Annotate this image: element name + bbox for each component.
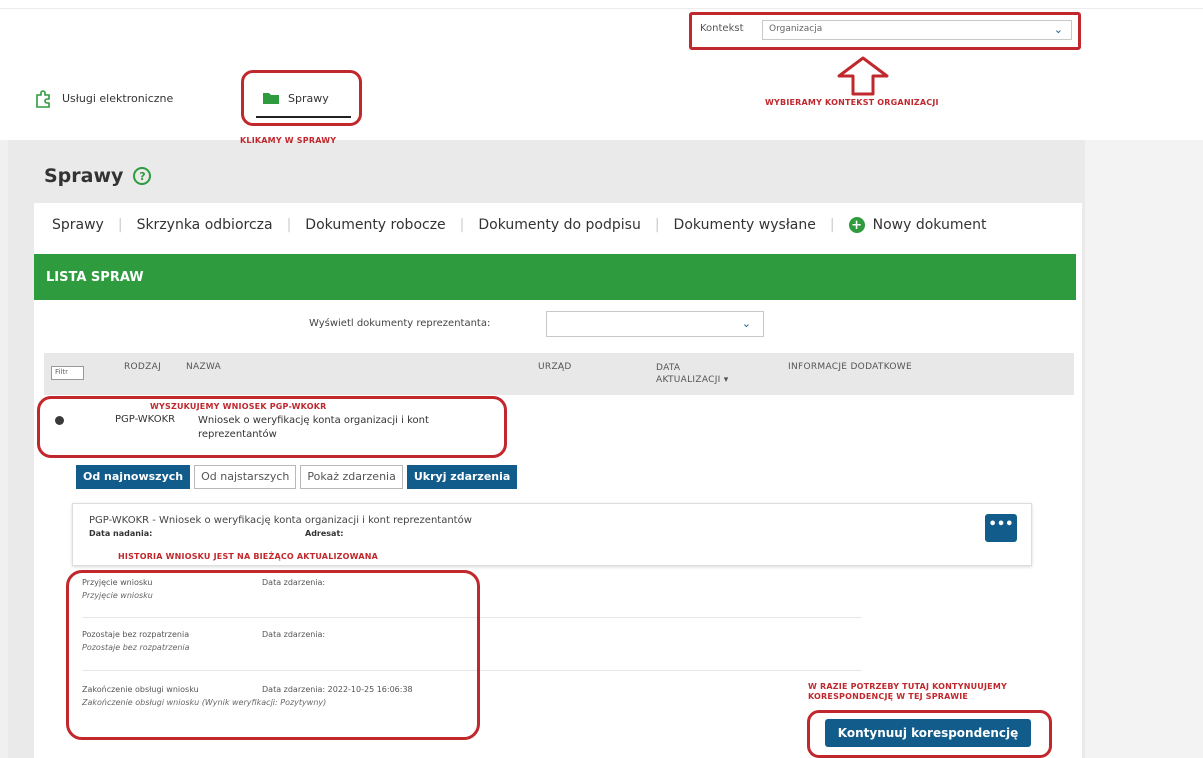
annotation-frame-row [37, 396, 507, 458]
document-date-label: Data nadania: [89, 529, 153, 538]
right-background [1085, 140, 1203, 758]
annotation-frame-context [689, 12, 1081, 50]
continue-correspondence-button[interactable]: Kontynuuj korespondencję [825, 719, 1031, 747]
tab-separator: | [654, 217, 660, 233]
annotation-arrow-up-icon [837, 56, 889, 96]
annotation-context: WYBIERAMY KONTEKST ORGANIZACJI [765, 98, 939, 107]
tab-dokumenty-do-podpisu[interactable]: Dokumenty do podpisu [478, 217, 640, 233]
annotation-sprawy: KLIKAMY W SPRAWY [240, 136, 337, 145]
page-title-text: Sprawy [44, 165, 124, 187]
help-icon[interactable]: ? [133, 167, 152, 185]
column-urzad[interactable]: URZĄD [538, 362, 572, 372]
left-background [0, 140, 8, 758]
tab-separator: | [286, 217, 292, 233]
document-recipient-label: Adresat: [305, 529, 344, 538]
document-title[interactable]: PGP-WKOKR - Wniosek o weryfikację konta … [89, 515, 472, 526]
column-rodzaj[interactable]: RODZAJ [124, 362, 161, 372]
column-data-aktualizacji[interactable]: DATA AKTUALIZACJI ▾ [656, 362, 746, 386]
sort-newest-button[interactable]: Od najnowszych [76, 465, 191, 489]
column-informacje-dodatkowe[interactable]: INFORMACJE DODATKOWE [788, 362, 912, 372]
hide-events-button[interactable]: Ukryj zdarzenia [406, 465, 518, 489]
representative-filter-select[interactable]: ⌄ [546, 311, 764, 337]
annotation-continue: W RAZIE POTRZEBY TUTAJ KONTYNUUJEMY KORE… [808, 682, 1007, 701]
filter-label: Wyświetl dokumenty reprezentanta: [309, 318, 491, 329]
page-title: Sprawy ? [44, 165, 152, 187]
tab-separator: | [829, 217, 835, 233]
nav-uslugi-elektroniczne[interactable]: Usługi elektroniczne [34, 88, 173, 108]
tab-nowy-dokument-label: Nowy dokument [872, 217, 987, 233]
column-nazwa[interactable]: NAZWA [186, 362, 221, 372]
more-options-button[interactable]: ••• [985, 514, 1017, 542]
show-events-button[interactable]: Pokaż zdarzenia [300, 465, 403, 489]
tabs-bar: Sprawy | Skrzynka odbiorcza | Dokumenty … [52, 217, 986, 233]
sort-oldest-button[interactable]: Od najstarszych [194, 465, 297, 489]
tab-sprawy[interactable]: Sprawy [52, 217, 104, 233]
event-sort-buttons: Od najnowszych Od najstarszych Pokaż zda… [76, 465, 518, 489]
chevron-down-icon: ⌄ [741, 317, 751, 330]
annotation-frame-sprawy [241, 70, 362, 126]
tab-dokumenty-robocze[interactable]: Dokumenty robocze [305, 217, 445, 233]
tab-nowy-dokument[interactable]: + Nowy dokument [848, 217, 987, 233]
nav-uslugi-label: Usługi elektroniczne [62, 91, 174, 105]
top-divider [0, 8, 1203, 9]
plus-icon: + [848, 217, 865, 233]
annotation-frame-events [66, 570, 480, 740]
tab-dokumenty-wyslane[interactable]: Dokumenty wysłane [674, 217, 816, 233]
column-data-label: DATA AKTUALIZACJI [656, 363, 721, 385]
mini-filter-select[interactable]: Filtr [51, 366, 84, 380]
table-header: Filtr RODZAJ NAZWA URZĄD DATA AKTUALIZAC… [44, 353, 1074, 395]
tab-separator: | [459, 217, 465, 233]
tab-separator: | [117, 217, 123, 233]
puzzle-icon [36, 90, 50, 108]
annotation-history: HISTORIA WNIOSKU JEST NA BIEŻĄCO AKTUALI… [118, 552, 379, 561]
list-header: LISTA SPRAW [34, 254, 1076, 300]
tab-skrzynka-odbiorcza[interactable]: Skrzynka odbiorcza [137, 217, 273, 233]
